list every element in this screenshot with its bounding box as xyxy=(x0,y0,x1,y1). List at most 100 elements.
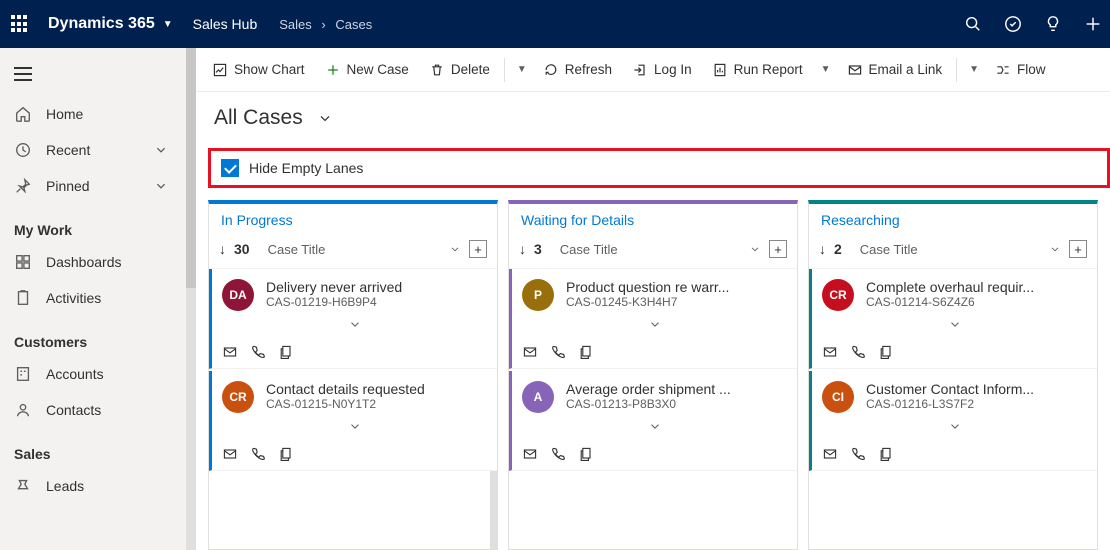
chevron-down-icon[interactable] xyxy=(222,413,487,442)
lane-sort[interactable]: ↓ 3 Case Title xyxy=(519,241,618,257)
copy-icon[interactable] xyxy=(278,344,294,360)
nav-section: My Work xyxy=(0,204,196,244)
card-subtitle: CAS-01219-H6B9P4 xyxy=(266,295,487,309)
chevron-down-icon[interactable] xyxy=(222,311,487,340)
card-subtitle: CAS-01216-L3S7F2 xyxy=(866,397,1087,411)
chevron-down-icon[interactable] xyxy=(822,413,1087,442)
cmd-delete[interactable]: Delete xyxy=(421,56,498,84)
search-icon[interactable] xyxy=(964,15,982,33)
kanban-card[interactable]: CI Customer Contact Inform... CAS-01216-… xyxy=(809,371,1097,471)
trash-icon xyxy=(429,62,445,78)
card-subtitle: CAS-01214-S6Z4Z6 xyxy=(866,295,1087,309)
plus-icon xyxy=(325,62,341,78)
copy-icon[interactable] xyxy=(278,446,294,462)
lightbulb-icon[interactable] xyxy=(1044,15,1062,33)
lane-title: Researching xyxy=(821,212,900,228)
card-title: Product question re warr... xyxy=(566,279,766,295)
cmd-new-case[interactable]: New Case xyxy=(317,56,417,84)
nav-activities[interactable]: Activities xyxy=(0,280,196,316)
kanban-card[interactable]: CR Complete overhaul requir... CAS-01214… xyxy=(809,269,1097,369)
checkbox-checked-icon[interactable] xyxy=(221,159,239,177)
nav-accounts[interactable]: Accounts xyxy=(0,356,196,392)
nav-section: Customers xyxy=(0,316,196,356)
nav-label: Activities xyxy=(46,290,101,306)
flow-icon xyxy=(995,62,1011,78)
chevron-down-icon[interactable]: ▼ xyxy=(511,58,531,81)
lane-sort[interactable]: ↓ 30 Case Title xyxy=(219,241,325,257)
email-icon[interactable] xyxy=(222,446,238,462)
breadcrumb: Sales › Cases xyxy=(279,17,372,32)
scrollbar[interactable] xyxy=(186,48,196,550)
cmd-run-report[interactable]: Run Report xyxy=(704,56,811,84)
command-bar: Show Chart New Case Delete ▼ Refresh Log… xyxy=(196,48,1110,92)
kanban-card[interactable]: CR Contact details requested CAS-01215-N… xyxy=(209,371,497,471)
cmd-show-chart[interactable]: Show Chart xyxy=(204,56,313,84)
plus-icon[interactable] xyxy=(1084,15,1102,33)
email-icon[interactable] xyxy=(822,344,838,360)
cmd-email-link[interactable]: Email a Link xyxy=(839,56,951,84)
phone-icon[interactable] xyxy=(850,446,866,462)
lane-count: 3 xyxy=(534,241,542,257)
chevron-down-icon[interactable] xyxy=(522,413,787,442)
add-card-button[interactable]: + xyxy=(1069,240,1087,258)
nav-dashboards[interactable]: Dashboards xyxy=(0,244,196,280)
nav-contacts[interactable]: Contacts xyxy=(0,392,196,428)
avatar: CR xyxy=(822,279,854,311)
chevron-down-icon[interactable] xyxy=(317,110,333,126)
clipboard-icon xyxy=(14,289,32,307)
phone-icon[interactable] xyxy=(250,446,266,462)
chevron-down-icon[interactable] xyxy=(822,311,1087,340)
chevron-down-icon[interactable]: ▼ xyxy=(163,19,173,30)
add-card-button[interactable]: + xyxy=(769,240,787,258)
scrollbar[interactable] xyxy=(490,471,497,549)
email-icon[interactable] xyxy=(222,344,238,360)
kanban-lane: Researching ↓ 2 Case Title + CR Complete… xyxy=(808,200,1098,550)
phone-icon[interactable] xyxy=(550,344,566,360)
email-icon[interactable] xyxy=(822,446,838,462)
hide-empty-lanes-toggle[interactable]: Hide Empty Lanes xyxy=(208,148,1110,188)
cmd-refresh[interactable]: Refresh xyxy=(535,56,620,84)
clock-icon xyxy=(14,141,32,159)
card-subtitle: CAS-01213-P8B3X0 xyxy=(566,397,787,411)
kanban-card[interactable]: P Product question re warr... CAS-01245-… xyxy=(509,269,797,369)
phone-icon[interactable] xyxy=(250,344,266,360)
nav-home[interactable]: Home xyxy=(0,96,196,132)
add-card-button[interactable]: + xyxy=(469,240,487,258)
nav-recent[interactable]: Recent xyxy=(0,132,196,168)
hamburger-icon[interactable] xyxy=(0,58,40,90)
copy-icon[interactable] xyxy=(578,344,594,360)
breadcrumb-item[interactable]: Cases xyxy=(335,17,372,32)
toggle-label: Hide Empty Lanes xyxy=(249,160,363,176)
chevron-down-icon[interactable]: ▼ xyxy=(963,58,983,81)
chevron-down-icon[interactable] xyxy=(1049,243,1061,255)
home-icon xyxy=(14,105,32,123)
nav-leads[interactable]: Leads xyxy=(0,468,196,504)
app-launcher-icon[interactable] xyxy=(8,12,32,36)
copy-icon[interactable] xyxy=(878,446,894,462)
building-icon xyxy=(14,365,32,383)
phone-icon[interactable] xyxy=(550,446,566,462)
chevron-down-icon[interactable] xyxy=(449,243,461,255)
copy-icon[interactable] xyxy=(578,446,594,462)
task-icon[interactable] xyxy=(1004,15,1022,33)
chevron-down-icon[interactable] xyxy=(749,243,761,255)
view-title[interactable]: All Cases xyxy=(214,106,303,130)
card-subtitle: CAS-01215-N0Y1T2 xyxy=(266,397,487,411)
lane-sort[interactable]: ↓ 2 Case Title xyxy=(819,241,918,257)
nav-pinned[interactable]: Pinned xyxy=(0,168,196,204)
email-icon[interactable] xyxy=(522,446,538,462)
nav-label: Contacts xyxy=(46,402,101,418)
chevron-down-icon[interactable]: ▼ xyxy=(815,58,835,81)
avatar: P xyxy=(522,279,554,311)
kanban-card[interactable]: A Average order shipment ... CAS-01213-P… xyxy=(509,371,797,471)
copy-icon[interactable] xyxy=(878,344,894,360)
chevron-down-icon[interactable] xyxy=(522,311,787,340)
email-icon[interactable] xyxy=(522,344,538,360)
cmd-flow[interactable]: Flow xyxy=(987,56,1054,84)
kanban-card[interactable]: DA Delivery never arrived CAS-01219-H6B9… xyxy=(209,269,497,369)
breadcrumb-item[interactable]: Sales xyxy=(279,17,312,32)
hub-name[interactable]: Sales Hub xyxy=(193,16,258,32)
sort-label: Case Title xyxy=(560,242,618,257)
phone-icon[interactable] xyxy=(850,344,866,360)
cmd-login[interactable]: Log In xyxy=(624,56,700,84)
